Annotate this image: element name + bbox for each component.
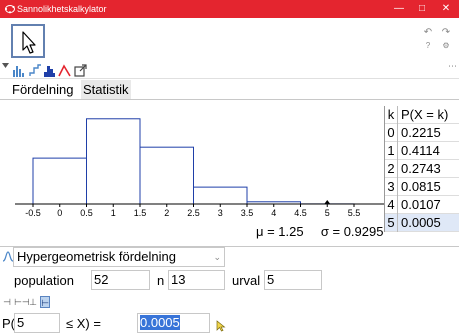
row-k: 2 bbox=[385, 160, 398, 178]
export-icon[interactable] bbox=[74, 64, 87, 77]
step-graph-icon[interactable] bbox=[29, 64, 42, 77]
probability-result: 0.0005 bbox=[140, 315, 180, 330]
close-button[interactable]: ✕ bbox=[434, 0, 458, 18]
graph-type-bar: ⋯ bbox=[0, 61, 459, 79]
gear-icon[interactable]: ⚙ bbox=[441, 41, 451, 51]
x-tick-label: 5.5 bbox=[348, 208, 361, 218]
row-k: 4 bbox=[385, 196, 398, 214]
x-tick-label: 1 bbox=[111, 208, 116, 218]
x-tick-label: 3.5 bbox=[241, 208, 254, 218]
table-row[interactable]: 4 0.0107 bbox=[385, 196, 459, 214]
pointer-arrow-icon bbox=[22, 31, 36, 54]
histogram-icon[interactable] bbox=[43, 64, 56, 77]
probability-operator: ≤ X) = bbox=[66, 316, 101, 331]
undo-icon[interactable]: ↶ bbox=[422, 28, 434, 38]
x-tick-label: 0.5 bbox=[80, 208, 93, 218]
x-tick-label: 3 bbox=[218, 208, 223, 218]
bar-graph-icon[interactable] bbox=[12, 64, 25, 77]
n-input[interactable]: 13 bbox=[168, 270, 225, 290]
move-tool-button[interactable] bbox=[11, 24, 45, 58]
right-sided-interval-button[interactable]: ⊢ bbox=[40, 296, 50, 308]
selected-k-marker bbox=[324, 200, 331, 204]
x-tick-label: 4 bbox=[271, 208, 276, 218]
x-tick-label: 1.5 bbox=[134, 208, 147, 218]
title-bar: Sannolikhetskalkylator — □ ✕ bbox=[0, 0, 459, 18]
row-p: 0.0107 bbox=[401, 197, 441, 212]
collapse-triangle-icon[interactable] bbox=[2, 63, 10, 71]
normal-overlay-icon[interactable] bbox=[58, 64, 71, 77]
tab-statistics[interactable]: Statistik bbox=[81, 80, 131, 99]
population-input[interactable]: 52 bbox=[91, 270, 150, 290]
row-k: 5 bbox=[385, 214, 398, 232]
row-p: 0.2743 bbox=[401, 161, 441, 176]
chart-bar bbox=[139, 146, 194, 205]
statistics-readout: μ = 1.25 σ = 0.9295 bbox=[256, 224, 383, 240]
geogebra-app-icon bbox=[4, 5, 15, 14]
chart-bar bbox=[32, 157, 87, 205]
chart-bar bbox=[193, 186, 248, 205]
interval-button[interactable]: ⊢⊣ bbox=[14, 296, 30, 308]
population-label: population bbox=[14, 273, 74, 288]
urval-input[interactable]: 5 bbox=[264, 270, 322, 290]
chevron-down-icon: ⌄ bbox=[213, 252, 221, 262]
tab-distribution[interactable]: Fördelning bbox=[10, 80, 76, 99]
x-tick-label: 4.5 bbox=[294, 208, 307, 218]
left-sided-interval-button[interactable]: ⊣ bbox=[2, 296, 12, 308]
distribution-dropdown[interactable]: Hypergeometrisk fördelning ⌄ bbox=[13, 247, 225, 267]
row-k: 3 bbox=[385, 178, 398, 196]
row-p: 0.0815 bbox=[401, 179, 441, 194]
x-tick-label: 2.5 bbox=[187, 208, 200, 218]
row-k: 0 bbox=[385, 124, 398, 142]
n-label: n bbox=[157, 273, 165, 288]
table-row[interactable]: 3 0.0815 bbox=[385, 178, 459, 196]
mean-value: μ = 1.25 bbox=[256, 224, 304, 239]
x-tick-label: 2 bbox=[164, 208, 169, 218]
lower-bound-input[interactable]: 5 bbox=[14, 313, 60, 333]
table-row[interactable]: 0 0.2215 bbox=[385, 124, 459, 142]
sd-value: σ = 0.9295 bbox=[320, 224, 384, 239]
table-row[interactable]: 1 0.4114 bbox=[385, 142, 459, 160]
table-row-selected[interactable]: 5 0.0005 bbox=[385, 214, 459, 232]
header-p: P(X = k) bbox=[401, 107, 449, 122]
x-tick-label: -0.5 bbox=[25, 208, 41, 218]
row-p: 0.4114 bbox=[401, 143, 440, 158]
probability-result-field[interactable]: 0.0005 bbox=[137, 313, 210, 333]
urval-label: urval bbox=[232, 273, 261, 288]
probability-table: k P(X = k) 0 0.2215 1 0.4114 2 0.2743 3 0.08… bbox=[384, 106, 459, 232]
maximize-button[interactable]: □ bbox=[410, 0, 434, 18]
redo-icon[interactable]: ↷ bbox=[440, 28, 452, 38]
mouse-cursor-icon bbox=[216, 320, 226, 332]
toolbar-overflow[interactable]: ⋯ bbox=[448, 61, 457, 72]
toolbar bbox=[0, 18, 459, 62]
x-tick-label: 0 bbox=[57, 208, 62, 218]
distribution-selected: Hypergeometrisk fördelning bbox=[17, 249, 176, 264]
tab-bar: Fördelning Statistik bbox=[0, 80, 459, 99]
chart-bar bbox=[86, 118, 141, 205]
x-tick-label: 5 bbox=[325, 208, 330, 218]
minimize-button[interactable]: — bbox=[387, 0, 411, 18]
row-p: 0.0005 bbox=[401, 215, 441, 230]
row-p: 0.2215 bbox=[401, 125, 441, 140]
table-header: k P(X = k) bbox=[385, 106, 459, 124]
help-icon[interactable]: ? bbox=[423, 41, 433, 51]
row-k: 1 bbox=[385, 142, 398, 160]
table-row[interactable]: 2 0.2743 bbox=[385, 160, 459, 178]
window-title: Sannolikhetskalkylator bbox=[17, 4, 107, 14]
two-tailed-interval-button[interactable]: ⊥ bbox=[28, 296, 38, 308]
header-k: k bbox=[385, 106, 398, 124]
